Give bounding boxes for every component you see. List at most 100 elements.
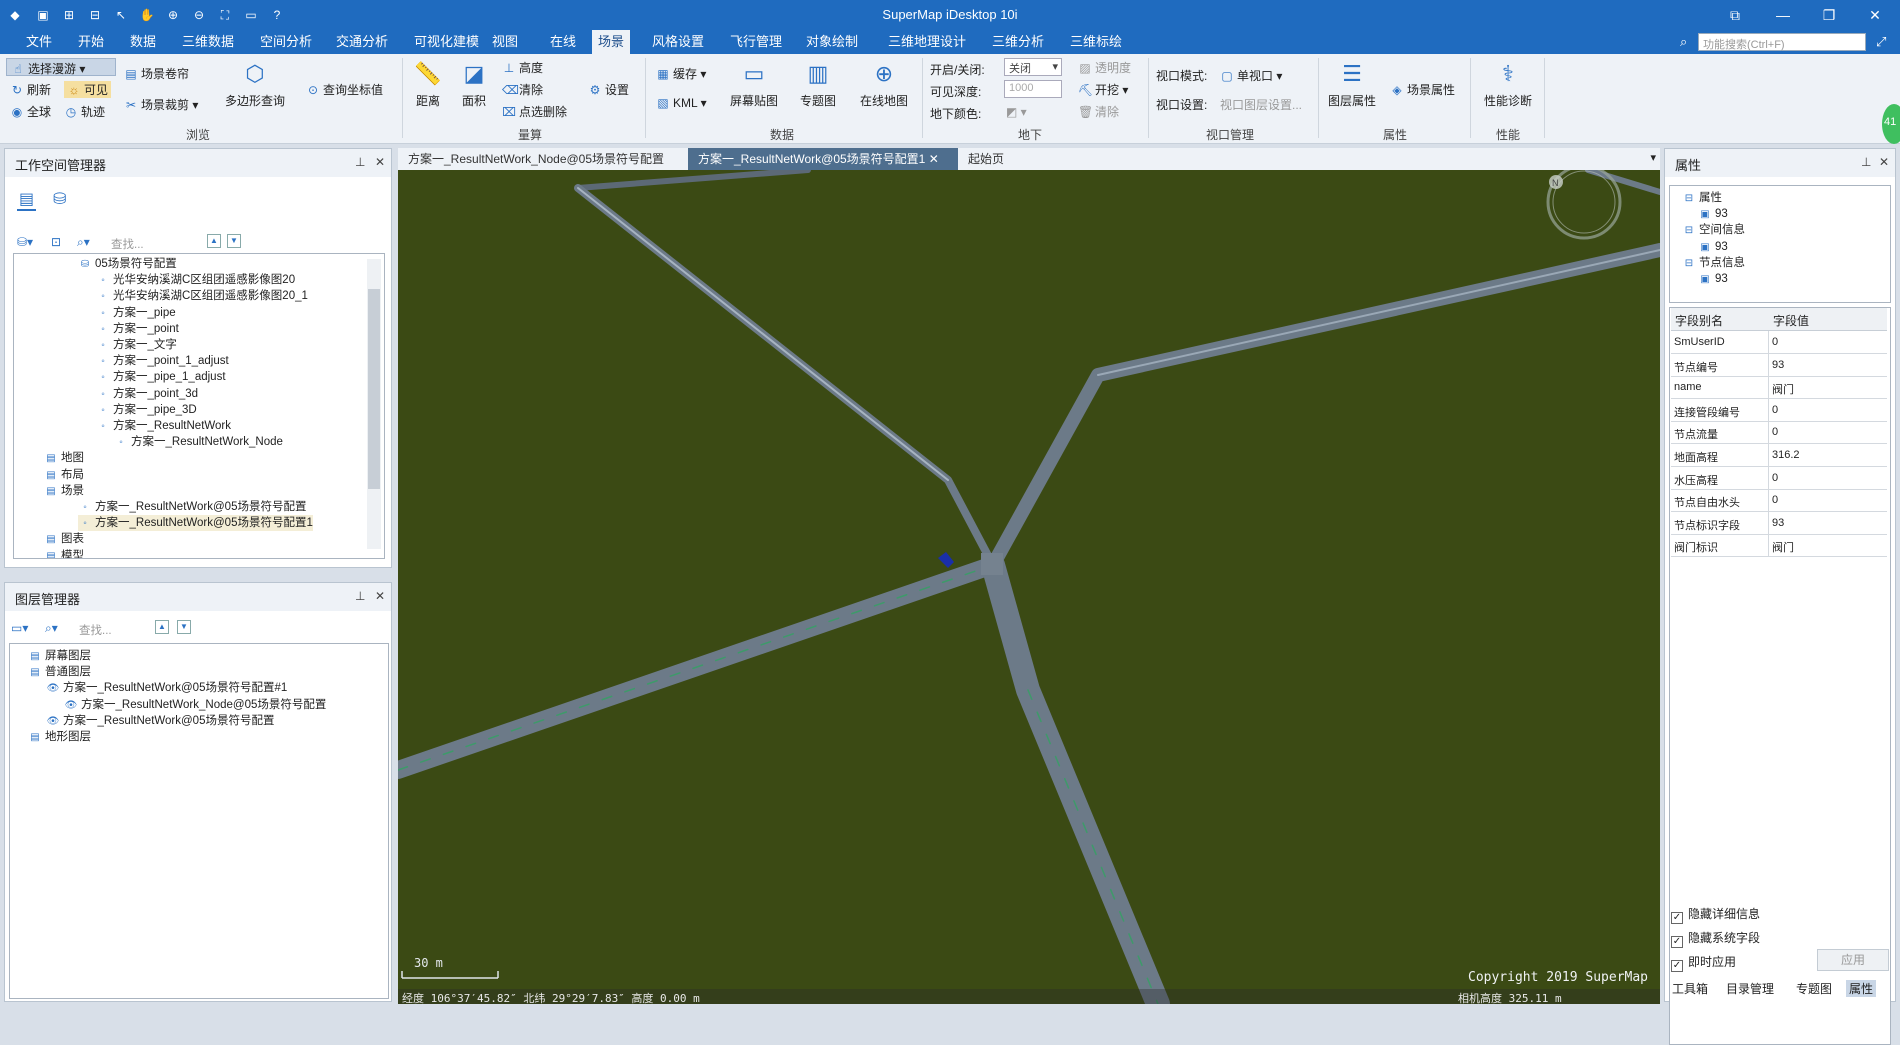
workspace-tree-item[interactable]: ◦ 方案一_pipe_3D bbox=[96, 402, 197, 418]
workspace-tree-item[interactable]: ◦ 方案一_文字 bbox=[96, 337, 177, 353]
menu-10[interactable]: 风格设置 bbox=[646, 30, 710, 54]
layer-tree-item[interactable]: ▤ 地形图层 bbox=[28, 729, 91, 745]
open-workspace-icon[interactable]: ⛁▾ bbox=[17, 235, 33, 249]
resource-tab-icon[interactable]: ⛁ bbox=[53, 189, 66, 209]
menu-15[interactable]: 三维标绘 bbox=[1064, 30, 1128, 54]
layer-tree-item[interactable]: ▤ 普通图层 bbox=[28, 664, 91, 680]
menu-11[interactable]: 飞行管理 bbox=[724, 30, 788, 54]
menu-9[interactable]: 场景 bbox=[592, 30, 631, 54]
close-tab-icon[interactable]: ✕ bbox=[925, 152, 939, 166]
expand-icon[interactable]: ⤢ bbox=[1876, 34, 1886, 50]
measure-settings-button[interactable]: ⚙ 设置 bbox=[588, 81, 629, 98]
menu-2[interactable]: 数据 bbox=[124, 30, 162, 54]
cache-button[interactable]: ▦ 缓存 ▾ bbox=[656, 65, 706, 82]
tab-1[interactable]: 方案一_ResultNetWork@05场景符号配置1 ✕ bbox=[688, 148, 958, 170]
menu-5[interactable]: 交通分析 bbox=[330, 30, 394, 54]
measure-clear-button[interactable]: ⌫清除 bbox=[502, 81, 543, 98]
performance-diagnose-button[interactable]: ⚕ 性能诊断 bbox=[1480, 58, 1536, 109]
menu-6[interactable]: 可视化建模 bbox=[408, 30, 485, 54]
scene-clip-button[interactable]: ✂ 场景裁剪 ▾ bbox=[124, 96, 198, 113]
properties-tree-item[interactable]: ⊟ 属性 bbox=[1682, 190, 1722, 206]
workspace-tree-item[interactable]: ⛁ 05场景符号配置 bbox=[78, 256, 177, 272]
property-value[interactable]: 0 bbox=[1769, 467, 1887, 490]
option-checkbox[interactable]: ✓ 即时应用 bbox=[1671, 953, 1736, 972]
workspace-tree-item[interactable]: ◦ 方案一_pipe bbox=[96, 305, 175, 321]
workspace-tree-item[interactable]: ◦ 方案一_point bbox=[96, 321, 179, 337]
close-icon[interactable]: ✕ bbox=[375, 589, 385, 603]
scene-viewport[interactable]: N 30 m Copyright 2019 SuperMap 经度 106°37… bbox=[398, 170, 1660, 1004]
properties-tree-item[interactable]: ▣ 93 bbox=[1698, 239, 1728, 255]
workspace-tree-item[interactable]: ◦ 方案一_ResultNetWork@05场景符号配置1 bbox=[78, 515, 313, 532]
locate-icon[interactable]: ⊡ bbox=[51, 235, 61, 249]
transparency-button[interactable]: ▨ 透明度 bbox=[1078, 59, 1131, 76]
search-prev-icon[interactable]: ▲ bbox=[155, 620, 169, 634]
property-value[interactable]: 0 bbox=[1769, 421, 1887, 444]
tab-list-icon[interactable]: ▾ bbox=[1650, 151, 1656, 164]
tab-0[interactable]: 方案一_ResultNetWork_Node@05场景符号配置 bbox=[398, 148, 688, 170]
tab-2[interactable]: 起始页 bbox=[958, 148, 1028, 170]
select-roam-button[interactable]: ☝ 选择漫游 ▾ bbox=[6, 58, 116, 76]
close-icon[interactable]: ✕ bbox=[375, 155, 385, 169]
close-icon[interactable]: ✕ bbox=[1879, 155, 1889, 169]
workspace-tree-item[interactable]: ◦ 方案一_ResultNetWork_Node bbox=[114, 434, 283, 450]
search-icon[interactable]: ⌕▾ bbox=[77, 235, 90, 250]
network-speed-badge[interactable]: 41 bbox=[1882, 104, 1900, 144]
bottom-tab-2[interactable]: 专题图 bbox=[1796, 980, 1832, 997]
layer-tree-item[interactable]: ▤ 屏幕图层 bbox=[28, 648, 91, 664]
apply-button[interactable]: 应用 bbox=[1817, 949, 1889, 971]
bottom-tab-3[interactable]: 属性 bbox=[1846, 980, 1877, 997]
property-value[interactable]: 0 bbox=[1769, 331, 1887, 354]
property-value[interactable]: 93 bbox=[1769, 354, 1887, 377]
search-prev-icon[interactable]: ▲ bbox=[207, 234, 221, 248]
restore-layout-icon[interactable]: ⧉ bbox=[1720, 4, 1750, 26]
minimize-button[interactable]: — bbox=[1768, 4, 1798, 26]
bottom-tab-0[interactable]: 工具箱 bbox=[1672, 980, 1708, 997]
bottom-tab-1[interactable]: 目录管理 bbox=[1726, 980, 1774, 997]
polygon-query-button[interactable]: ⬡ 多边形查询 bbox=[222, 58, 288, 109]
viewport-mode-select[interactable]: ▢ 单视口 ▾ bbox=[1220, 67, 1282, 84]
workspace-tree-item[interactable]: ◦ 方案一_point_3d bbox=[96, 386, 198, 402]
globe-button[interactable]: ◉ 全球 bbox=[10, 103, 51, 120]
menu-8[interactable]: 在线 bbox=[544, 30, 582, 54]
query-coordinate-button[interactable]: ⊙ 查询坐标值 bbox=[306, 81, 383, 98]
close-button[interactable]: ✕ bbox=[1860, 4, 1890, 26]
property-value[interactable]: 93 bbox=[1769, 512, 1887, 535]
visible-button[interactable]: ☼ 可见 bbox=[64, 81, 112, 98]
menu-3[interactable]: 三维数据 bbox=[176, 30, 240, 54]
menu-14[interactable]: 三维分析 bbox=[986, 30, 1050, 54]
pin-icon[interactable]: ⊥ bbox=[355, 155, 365, 169]
workspace-scrollbar[interactable] bbox=[367, 259, 381, 549]
underground-clear-button[interactable]: 🗑 清除 bbox=[1078, 103, 1119, 120]
area-button[interactable]: ◪ 面积 bbox=[458, 58, 490, 109]
screen-map-button[interactable]: ▭ 屏幕贴图 bbox=[726, 58, 782, 109]
workspace-search-input[interactable]: 查找... bbox=[111, 236, 144, 252]
properties-tree-item[interactable]: ⊟ 空间信息 bbox=[1682, 222, 1745, 238]
properties-tree-item[interactable]: ▣ 93 bbox=[1698, 271, 1728, 287]
layer-tree-item[interactable]: 👁 方案一_ResultNetWork_Node@05场景符号配置 bbox=[64, 697, 327, 713]
viewport-layer-settings-button[interactable]: 视口图层设置... bbox=[1220, 96, 1302, 113]
workspace-tree-item[interactable]: ▤ 布局 bbox=[44, 467, 84, 483]
property-value[interactable]: 0 bbox=[1769, 489, 1887, 512]
workspace-tree-item[interactable]: ▤ 模型 bbox=[44, 548, 84, 558]
menu-4[interactable]: 空间分析 bbox=[254, 30, 318, 54]
menu-13[interactable]: 三维地理设计 bbox=[882, 30, 972, 54]
search-next-icon[interactable]: ▼ bbox=[177, 620, 191, 634]
option-checkbox[interactable]: ✓ 隐藏详细信息 bbox=[1671, 905, 1760, 924]
property-value[interactable]: 阀门 bbox=[1769, 376, 1887, 399]
property-value[interactable]: 阀门 bbox=[1769, 534, 1887, 557]
property-value[interactable]: 0 bbox=[1769, 399, 1887, 422]
color-picker-icon[interactable]: ◩ ▾ bbox=[1006, 105, 1027, 119]
add-layer-icon[interactable]: ▭▾ bbox=[11, 621, 28, 635]
menu-7[interactable]: 视图 bbox=[486, 30, 524, 54]
distance-button[interactable]: 📏 距离 bbox=[412, 58, 444, 109]
scene-roll-button[interactable]: ▤ 场景卷帘 bbox=[124, 65, 189, 82]
workspace-tree-item[interactable]: ◦ 方案一_ResultNetWork bbox=[96, 418, 231, 434]
menu-12[interactable]: 对象绘制 bbox=[800, 30, 864, 54]
workspace-tab-icon[interactable]: ▤ bbox=[17, 189, 37, 211]
properties-tree-item[interactable]: ⊟ 节点信息 bbox=[1682, 255, 1745, 271]
visible-depth-input[interactable]: 1000 bbox=[1004, 80, 1062, 98]
menu-1[interactable]: 开始 bbox=[72, 30, 110, 54]
workspace-tree-item[interactable]: ◦ 方案一_point_1_adjust bbox=[96, 353, 229, 369]
height-button[interactable]: ⊥ 高度 bbox=[502, 59, 543, 76]
workspace-tree-item[interactable]: ▤ 场景 bbox=[44, 483, 84, 499]
